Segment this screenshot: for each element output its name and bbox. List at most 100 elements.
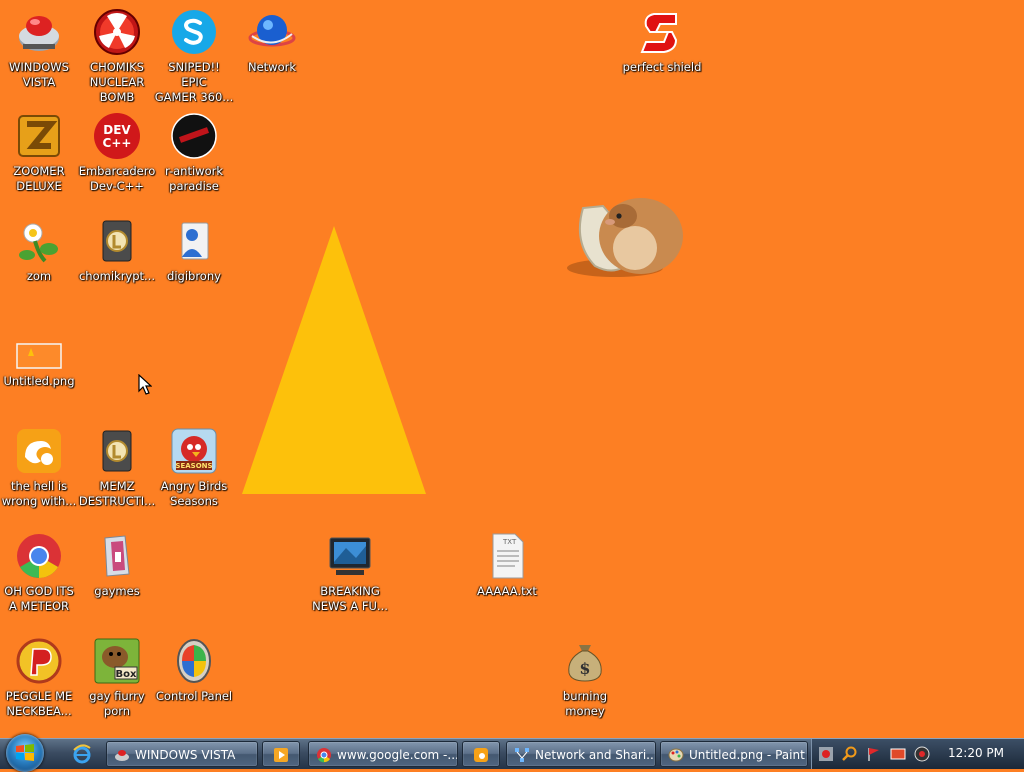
gadget-machine-icon <box>15 8 63 56</box>
l-shortcut-file-icon <box>93 217 141 265</box>
uc-browser-squirrel-icon <box>474 748 488 762</box>
icon-label: BREAKING NEWS A FU... <box>312 584 388 613</box>
search-magnifier-icon[interactable] <box>842 746 858 762</box>
taskbar-button-windows-vista[interactable]: WINDOWS VISTA <box>106 741 258 767</box>
taskbar-button-paint[interactable]: Untitled.png - Paint <box>660 741 808 767</box>
desktop-icon-zom[interactable]: zom <box>0 217 78 284</box>
desktop-icon-r-antiwork-paradise[interactable]: r-antiwork paradise <box>155 112 233 194</box>
uc-browser-squirrel-icon <box>15 427 63 475</box>
txt-badge-text: TXT <box>502 538 517 546</box>
desktop-icon-embarcadero-dev-cpp[interactable]: DEV C++ Embarcadero Dev-C++ <box>78 112 156 194</box>
start-button[interactable] <box>6 734 44 772</box>
money-bag-icon: $ <box>561 637 609 685</box>
icon-label: gay fiurry porn <box>89 689 145 718</box>
peggle-p-icon <box>15 637 63 685</box>
icon-label: digibrony <box>167 269 221 283</box>
desktop-icon-gaymes[interactable]: gaymes <box>78 532 156 599</box>
icon-label: gaymes <box>94 584 140 598</box>
icon-label: Network <box>247 60 297 74</box>
desktop-icon-network[interactable]: Network <box>233 8 311 75</box>
desktop-icon-chomikrypt[interactable]: chomikrypt... <box>78 217 156 284</box>
paint-palette-icon <box>668 748 684 762</box>
gadget-machine-tray-icon[interactable] <box>818 746 834 762</box>
desktop-icon-peggle[interactable]: PEGGLE ME NECKBEA... <box>0 637 78 719</box>
icon-label: Untitled.png <box>3 374 75 388</box>
red-s-logo-icon <box>638 8 686 56</box>
desktop-icon-chrome-meteor[interactable]: OH GOD ITS A METEOR <box>0 532 78 614</box>
box-badge-text: Box <box>116 669 137 680</box>
taskbar-button-label: www.google.com -... <box>337 748 458 762</box>
desktop-icon-aaaaa-txt[interactable]: TXT AAAAA.txt <box>468 532 546 599</box>
desktop-icon-uc-browser[interactable]: the hell is wrong with... <box>0 427 78 509</box>
speaker-icon[interactable] <box>914 746 930 762</box>
desktop-icon-gay-fiurry[interactable]: Box gay fiurry porn <box>78 637 156 719</box>
icon-label: zom <box>26 269 52 283</box>
gadget-machine-icon <box>115 750 129 761</box>
beaver-box-icon: Box <box>93 637 141 685</box>
media-monitor-icon <box>326 532 374 580</box>
desktop-icon-burning-money[interactable]: $ burning money <box>546 637 624 719</box>
taskbar-button-label: Network and Shari... <box>535 748 656 762</box>
zoomer-z-icon <box>15 112 63 160</box>
chrome-icon <box>15 532 63 580</box>
l-shortcut-file-icon <box>93 427 141 475</box>
control-panel-icon <box>170 637 218 685</box>
seasons-badge-text: SEASONS <box>175 462 212 470</box>
desktop-icon-untitled-png[interactable]: Untitled.png <box>0 322 78 389</box>
dev-cpp-icon: DEV C++ <box>93 112 141 160</box>
desktop-icon-perfect-shield[interactable]: perfect shield <box>623 8 701 75</box>
icon-label: chomikrypt... <box>78 269 155 283</box>
icon-label: CHOMIKS NUCLEAR BOMB <box>89 60 145 104</box>
user-document-icon <box>170 217 218 265</box>
taskbar-button-network-sharing[interactable]: Network and Shari... <box>506 741 656 767</box>
dark-circle-logo-icon <box>170 112 218 160</box>
monitor-tray-icon[interactable] <box>890 746 906 762</box>
cpp-badge-text: C++ <box>103 136 132 150</box>
taskbar-button-label: WINDOWS VISTA <box>135 748 236 762</box>
skype-icon <box>170 8 218 56</box>
desktop-icon-chomiks-nuclear-bomb[interactable]: CHOMIKS NUCLEAR BOMB <box>78 8 156 105</box>
icon-label: SNIPED!! EPIC GAMER 360... <box>154 60 234 104</box>
windows-logo-icon <box>16 744 34 761</box>
taskbar-button-media-player[interactable] <box>262 741 300 767</box>
flag-icon[interactable] <box>866 746 882 762</box>
text-file-icon: TXT <box>483 532 531 580</box>
icon-label: perfect shield <box>622 60 702 74</box>
mouse-cursor-icon <box>138 374 152 395</box>
desktop-icon-memz-destruction[interactable]: MEMZ DESTRUCTI... <box>78 427 156 509</box>
icon-label: burning money <box>562 689 608 718</box>
clock[interactable]: 12:20 PM <box>948 746 1004 760</box>
desktop-icon-sniped-epic-gamer[interactable]: SNIPED!! EPIC GAMER 360... <box>155 8 233 105</box>
system-tray: 12:20 PM <box>811 739 1024 769</box>
chrome-icon <box>317 748 331 763</box>
network-globe-icon <box>248 8 296 56</box>
icon-label: AAAAA.txt <box>477 584 537 598</box>
network-sharing-icon <box>515 748 529 762</box>
icon-label: MEMZ DESTRUCTI... <box>78 479 156 508</box>
icon-label: WINDOWS VISTA <box>9 60 69 89</box>
desktop-icon-zoomer-deluxe[interactable]: ZOOMER DELUXE <box>0 112 78 194</box>
icon-label: Embarcadero Dev-C++ <box>78 164 156 193</box>
desktop-icon-windows-vista[interactable]: WINDOWS VISTA <box>0 8 78 90</box>
icon-label: OH GOD ITS A METEOR <box>4 584 74 613</box>
dev-badge-text: DEV <box>103 123 131 137</box>
svg-text:$: $ <box>579 659 590 678</box>
desktop-icon-angry-birds-seasons[interactable]: SEASONS Angry Birds Seasons <box>155 427 233 509</box>
taskbar-button-uc-browser[interactable] <box>462 741 500 767</box>
desktop-icon-digibrony[interactable]: digibrony <box>155 217 233 284</box>
icon-label: PEGGLE ME NECKBEA... <box>5 689 73 718</box>
icon-label: r-antiwork paradise <box>164 164 223 193</box>
desktop: WINDOWS VISTA CHOMIKS NUCLEAR BOMB SNIPE… <box>0 0 1024 738</box>
plant-creature-icon <box>15 217 63 265</box>
internet-explorer-icon[interactable] <box>72 744 92 764</box>
desktop-icon-control-panel[interactable]: Control Panel <box>155 637 233 704</box>
desktop-icon-breaking-news[interactable]: BREAKING NEWS A FU... <box>311 532 389 614</box>
taskbar-button-google-chrome[interactable]: www.google.com -... <box>308 741 458 767</box>
png-thumbnail-icon <box>15 322 63 370</box>
hamster-desktop-image <box>567 198 683 277</box>
icon-label: the hell is wrong with... <box>1 479 77 508</box>
media-player-icon <box>274 748 288 762</box>
radiation-icon <box>93 8 141 56</box>
icon-label: Angry Birds Seasons <box>160 479 228 508</box>
taskbar: WINDOWS VISTA www.google.com -... Networ… <box>0 734 1024 772</box>
